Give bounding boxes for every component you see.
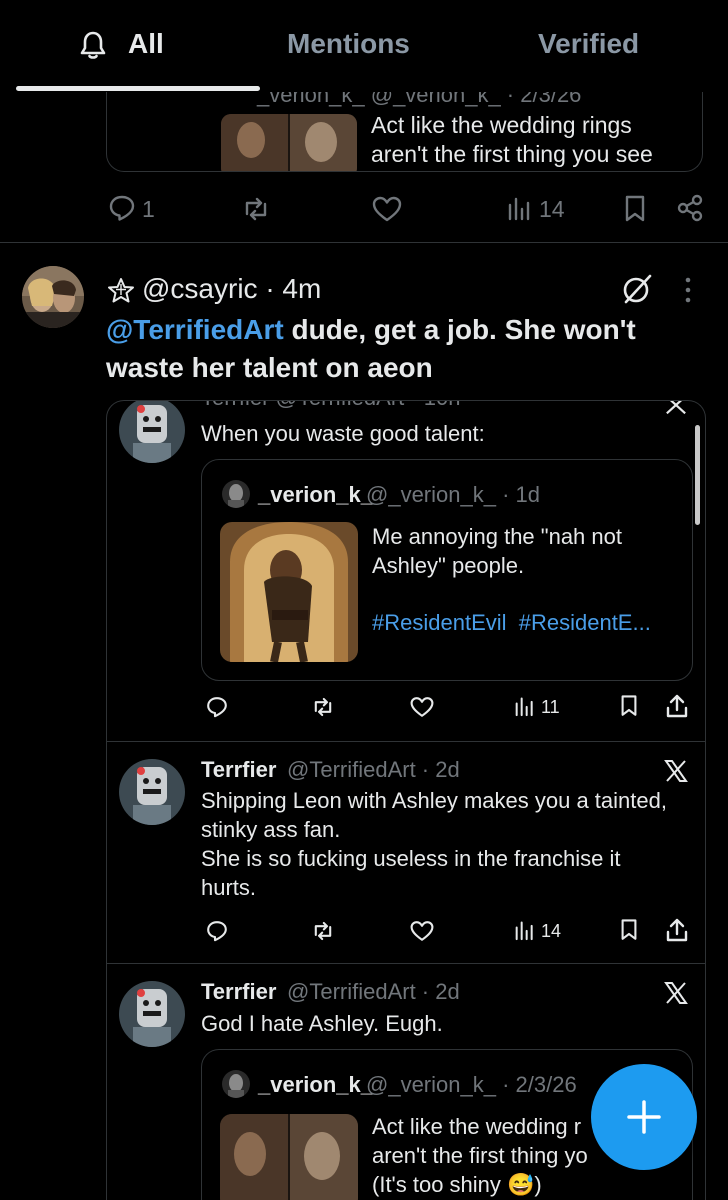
prev-quote-line1: Act like the wedding rings [371, 112, 632, 138]
like-icon[interactable] [371, 194, 403, 224]
x-logo-icon[interactable] [663, 400, 689, 415]
views-icon[interactable] [508, 195, 532, 221]
nested-display-name: _verion_k_ [258, 482, 373, 507]
more-options-icon[interactable] [683, 276, 693, 304]
tab-mentions[interactable]: Mentions [287, 28, 410, 60]
prev-view-count: 14 [539, 196, 565, 222]
thread-divider [107, 963, 705, 964]
reply-text-line2: waste her talent on aeon [106, 352, 433, 383]
bookmark-icon[interactable] [619, 694, 639, 718]
x-logo-icon[interactable] [663, 759, 689, 783]
reply-icon[interactable] [107, 193, 137, 223]
nested-line2: Ashley" people. [372, 553, 525, 578]
mention-link[interactable]: @TerrifiedArt [106, 314, 284, 345]
tab-all-label: All [128, 28, 164, 59]
grok-icon[interactable] [620, 272, 654, 306]
post3-line1: God I hate Ashley. Eugh. [201, 1011, 443, 1036]
post3-quote-name: _verion_k_ [258, 1072, 373, 1097]
post-divider [0, 242, 728, 243]
post3-quote-handle-time: @_verion_k_ · 2/3/26 [366, 1072, 577, 1097]
post3-quote-thumbnail [220, 1114, 358, 1200]
reply-text-rest: dude, get a job. She won't [283, 314, 636, 345]
post2-line3: She is so fucking useless in the franchi… [201, 846, 621, 871]
nested-handle-time: @_verion_k_ · 1d [366, 482, 540, 507]
prev-reply-count: 1 [142, 196, 155, 222]
compose-button[interactable] [591, 1064, 697, 1170]
reply-text-line1: @TerrifiedArt dude, get a job. She won't [106, 314, 636, 346]
repost-icon[interactable] [241, 194, 271, 224]
post2-line4: hurts. [201, 875, 257, 900]
bookmark-icon[interactable] [619, 918, 639, 942]
reply-icon[interactable] [205, 695, 229, 719]
plus-icon [627, 1100, 661, 1134]
nested-quote-card[interactable]: _verion_k_ @_verion_k_ · 1d Me annoying … [201, 459, 693, 681]
post2-line1: Shipping Leon with Ashley makes you a ta… [201, 788, 667, 813]
scrollbar-thumb[interactable] [695, 425, 700, 525]
verion-avatar[interactable] [222, 1070, 250, 1098]
terrfier-avatar[interactable] [119, 981, 185, 1047]
post3-quote-line1: Act like the wedding r [372, 1114, 582, 1139]
notifications-tab-bar: All Mentions Verified [0, 0, 728, 92]
thread-divider [107, 741, 705, 742]
cut-post-header: Terrfier @TerrifiedArt · 10h [201, 401, 461, 411]
tab-verified[interactable]: Verified [538, 28, 639, 60]
x-logo-icon[interactable] [663, 981, 689, 1005]
upload-icon[interactable] [665, 917, 689, 943]
post3-display-name: Terrfier [201, 979, 277, 1004]
post3-quote-line2: aren't the first thing yo [372, 1143, 588, 1168]
terrfier-avatar[interactable] [119, 401, 185, 463]
like-icon[interactable] [409, 919, 435, 943]
active-tab-indicator [16, 86, 260, 91]
post2-handle-time: @TerrifiedArt · 2d [287, 757, 460, 782]
like-icon[interactable] [409, 695, 435, 719]
nested-quote-image [220, 522, 358, 662]
tab-all[interactable]: All [80, 22, 200, 72]
first-post-text: When you waste good talent: [201, 421, 485, 446]
post3-quote-line3: (It's too shiny 😅) [372, 1172, 542, 1197]
terrfier-avatar[interactable] [119, 759, 185, 825]
post3-handle-time: @TerrifiedArt · 2d [287, 979, 460, 1004]
upload-icon[interactable] [665, 693, 689, 719]
first-post-views: 11 [541, 697, 560, 717]
reply-handle-time[interactable]: @csayric · 4m [142, 273, 321, 305]
views-icon[interactable] [515, 695, 535, 717]
bell-icon [80, 31, 106, 59]
post2-views: 14 [541, 921, 562, 941]
bookmark-icon[interactable] [623, 194, 647, 224]
avatar[interactable] [22, 266, 84, 328]
star-icon [108, 278, 134, 303]
prev-quote-line2: aren't the first thing you see [371, 141, 653, 167]
verion-avatar[interactable] [222, 480, 250, 508]
post2-display-name: Terrfier [201, 757, 277, 782]
nested-line1: Me annoying the "nah not [372, 524, 622, 549]
post2-line2: stinky ass fan. [201, 817, 341, 842]
nested-hashtags[interactable]: #ResidentEvil #ResidentE... [372, 610, 651, 636]
repost-icon[interactable] [311, 695, 335, 719]
share-icon[interactable] [675, 193, 705, 223]
prev-quote-thumbnail [221, 114, 357, 171]
repost-icon[interactable] [311, 919, 335, 943]
views-icon[interactable] [515, 919, 535, 941]
reply-icon[interactable] [205, 919, 229, 943]
